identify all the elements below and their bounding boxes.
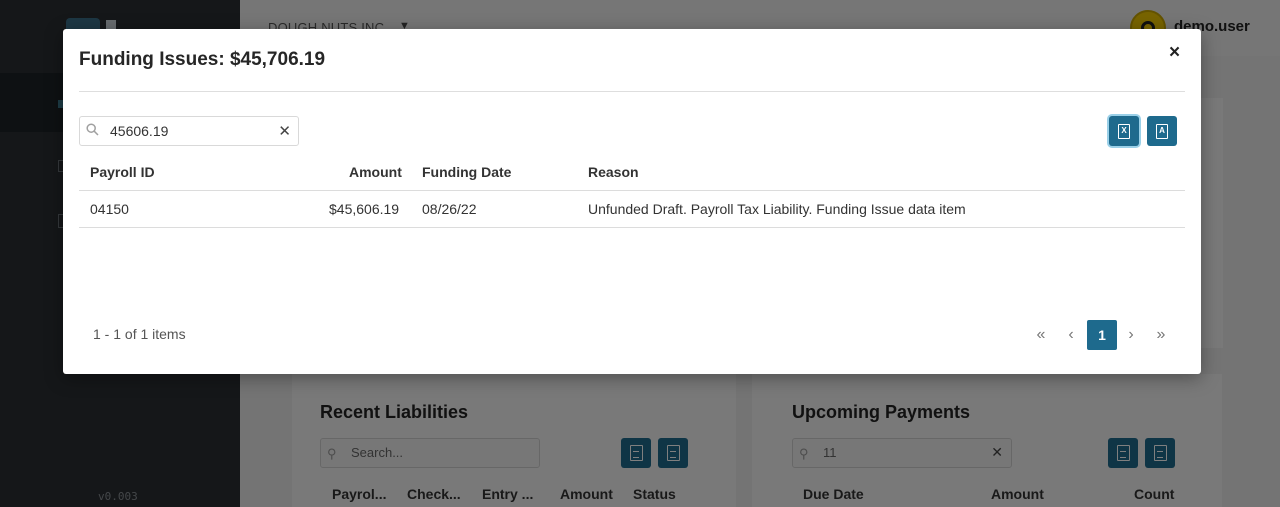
current-page-button[interactable]: 1 <box>1087 320 1117 350</box>
column-header-funding-date[interactable]: Funding Date <box>422 164 511 180</box>
close-icon[interactable]: × <box>1169 42 1180 64</box>
prev-page-button[interactable]: ‹ <box>1056 320 1086 350</box>
search-icon <box>86 123 99 136</box>
search-field[interactable]: ✕ <box>79 116 299 146</box>
export-pdf-button[interactable]: A <box>1147 116 1177 146</box>
cell-funding-date: 08/26/22 <box>422 201 477 217</box>
table-header: Payroll ID Amount Funding Date Reason <box>79 154 1185 191</box>
next-page-button[interactable]: › <box>1116 320 1146 350</box>
modal-title: Funding Issues: $45,706.19 <box>79 49 326 70</box>
first-page-button[interactable]: « <box>1026 320 1056 350</box>
file-pdf-icon: A <box>1156 123 1168 139</box>
column-header-payroll-id[interactable]: Payroll ID <box>90 164 155 180</box>
column-header-amount[interactable]: Amount <box>349 164 402 180</box>
divider <box>79 91 1185 92</box>
cell-amount: $45,606.19 <box>329 201 400 217</box>
file-excel-icon: X <box>1118 123 1130 139</box>
pager-info: 1 - 1 of 1 items <box>93 326 186 342</box>
column-header-reason[interactable]: Reason <box>588 164 639 180</box>
table-row[interactable]: 04150 $45,606.19 08/26/22 Unfunded Draft… <box>79 191 1185 228</box>
search-input[interactable] <box>110 122 270 140</box>
last-page-button[interactable]: » <box>1146 320 1176 350</box>
cell-reason: Unfunded Draft. Payroll Tax Liability. F… <box>588 201 966 217</box>
cell-payroll-id: 04150 <box>90 201 129 217</box>
clear-icon[interactable]: ✕ <box>278 122 291 140</box>
funding-issues-modal: Funding Issues: $45,706.19 × ✕ X A Payro… <box>63 29 1201 374</box>
export-excel-button[interactable]: X <box>1109 116 1139 146</box>
